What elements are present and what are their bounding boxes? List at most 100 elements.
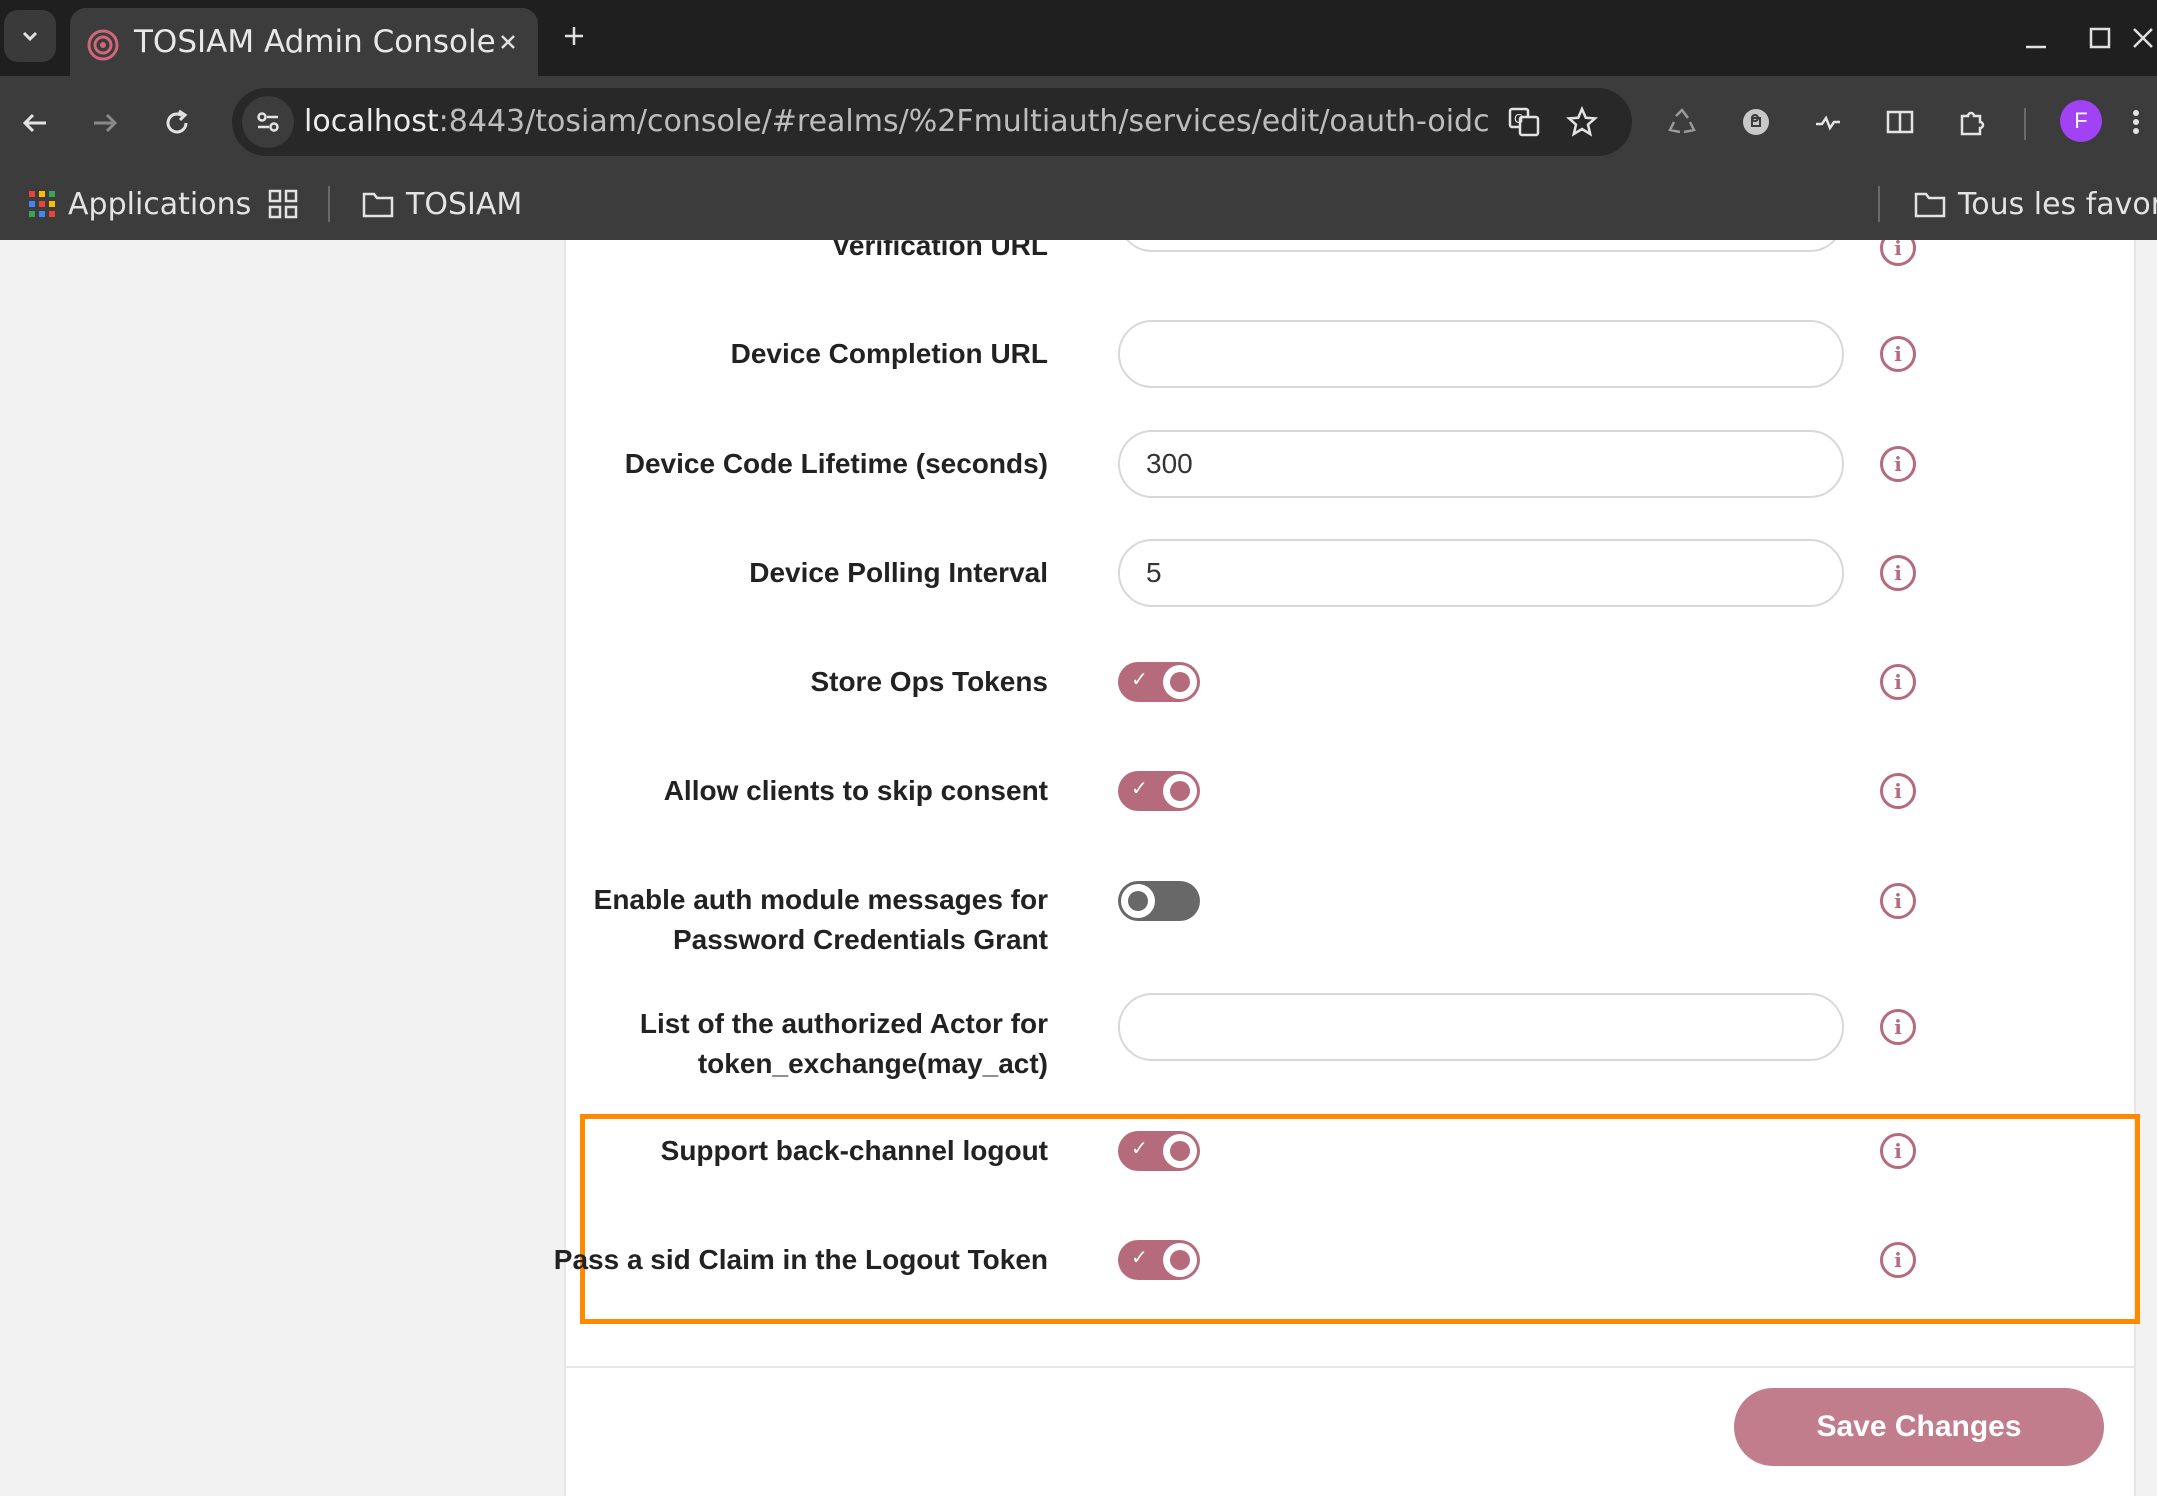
tab-search-button[interactable] (4, 10, 56, 62)
bookmark-folder-tosiam-label: TOSIAM (406, 186, 523, 222)
minimize-window-button[interactable] (2006, 14, 2066, 62)
save-changes-button[interactable]: Save Changes (1734, 1388, 2104, 1466)
toggle-knob (1163, 1134, 1197, 1168)
auth-module-messages-label-line2: Password Credentials Grant (672, 924, 1048, 955)
bookmark-star-button[interactable] (1558, 98, 1606, 146)
reload-button[interactable] (152, 98, 202, 148)
tab-title: TOSIAM Admin Console (134, 24, 496, 60)
skip-consent-label: Allow clients to skip consent (663, 775, 1048, 806)
arrow-right-icon (94, 113, 118, 133)
maximize-icon (2089, 27, 2111, 49)
forward-button[interactable] (80, 98, 130, 148)
device-polling-interval-input[interactable] (1118, 539, 1844, 607)
device-code-lifetime-label: Device Code Lifetime (seconds) (624, 448, 1048, 479)
verification-url-input[interactable] (1118, 240, 1844, 252)
svg-text:G: G (1514, 112, 1523, 126)
tosiam-favicon-icon (87, 29, 119, 61)
translate-button[interactable]: G (1500, 98, 1548, 146)
may-act-label-line1: List of the authorized Actor for (639, 1008, 1048, 1039)
bookmark-folder-tosiam[interactable]: TOSIAM (362, 182, 522, 226)
new-tab-button[interactable] (552, 14, 596, 58)
info-icon[interactable]: i (1880, 883, 1916, 919)
may-act-label-line2: token_exchange(may_act) (697, 1048, 1048, 1079)
device-completion-url-input[interactable] (1118, 320, 1844, 388)
close-window-button[interactable] (2130, 14, 2157, 62)
reading-mode-button[interactable] (1874, 96, 1926, 148)
reload-icon (166, 109, 188, 134)
bookmark-all-favorites[interactable]: Tous les favoris (1914, 182, 2157, 226)
book-icon (1886, 110, 1914, 134)
back-button[interactable] (10, 98, 60, 148)
toolbar-divider (2024, 108, 2026, 140)
info-icon[interactable]: i (1880, 446, 1916, 482)
bookmark-applications-label: Applications (68, 186, 252, 222)
address-bar[interactable]: localhost:8443/tosiam/console/#realms/%2… (232, 88, 1632, 156)
recycle-icon (1668, 108, 1696, 134)
back-channel-logout-label: Support back-channel logout (660, 1135, 1048, 1166)
page-content: Verification URL i Device Completion URL… (0, 240, 2157, 1496)
info-icon[interactable]: i (1880, 336, 1916, 372)
info-icon[interactable]: i (1880, 1009, 1916, 1045)
auth-module-messages-label-line1: Enable auth module messages for (593, 884, 1048, 915)
check-icon: ✓ (1131, 1136, 1148, 1160)
info-icon[interactable]: i (1880, 1133, 1916, 1169)
auth-module-messages-toggle[interactable] (1118, 881, 1200, 921)
tune-icon (257, 112, 279, 132)
browser-toolbar: localhost:8443/tosiam/console/#realms/%2… (0, 76, 2157, 168)
toggle-knob (1121, 884, 1155, 918)
browser-menu-button[interactable] (2130, 96, 2157, 148)
store-ops-tokens-label: Store Ops Tokens (810, 666, 1048, 697)
info-icon[interactable]: i (1880, 664, 1916, 700)
url-path: :8443/tosiam/console/#realms/%2Fmultiaut… (438, 104, 1490, 139)
store-ops-tokens-toggle[interactable]: ✓ (1118, 662, 1200, 702)
star-icon (1566, 106, 1598, 137)
bookmark-all-favorites-label: Tous les favoris (1958, 186, 2157, 222)
folder-icon (1914, 192, 1946, 218)
verification-url-label: Verification URL (831, 240, 1048, 261)
extension-command-button[interactable] (1730, 96, 1782, 148)
puzzle-icon (1960, 111, 1985, 136)
browser-tab-active[interactable]: TOSIAM Admin Console (70, 8, 538, 76)
profile-avatar[interactable]: F (2060, 100, 2102, 142)
arrow-left-icon (22, 113, 46, 133)
check-icon: ✓ (1131, 776, 1148, 800)
check-icon: ✓ (1131, 667, 1148, 691)
device-polling-interval-label: Device Polling Interval (749, 557, 1048, 588)
sid-claim-toggle[interactable]: ✓ (1118, 1240, 1200, 1280)
card-footer-divider (566, 1366, 2136, 1368)
chevron-down-icon (22, 31, 38, 42)
url-host: localhost (304, 104, 439, 139)
info-icon[interactable]: i (1880, 555, 1916, 591)
translate-icon: G (1508, 107, 1540, 137)
minimize-icon (2026, 45, 2046, 49)
bookmark-applications[interactable]: Applications (28, 182, 251, 226)
extensions-button[interactable] (1946, 96, 1998, 148)
apps-grid-icon (29, 191, 55, 217)
device-completion-url-label: Device Completion URL (730, 338, 1048, 369)
may-act-input[interactable] (1118, 993, 1844, 1061)
wave-icon (1816, 115, 1840, 131)
bookmarks-divider (328, 186, 330, 222)
site-info-button[interactable] (242, 96, 294, 148)
toggle-knob (1163, 1243, 1197, 1277)
back-channel-logout-toggle[interactable]: ✓ (1118, 1131, 1200, 1171)
extension-recycle-button[interactable] (1656, 96, 1708, 148)
toggle-knob (1163, 774, 1197, 808)
close-icon (501, 35, 515, 49)
browser-tab-strip: TOSIAM Admin Console (0, 0, 2157, 76)
bookmarks-bar: Applications TOSIAM Tous les favoris (0, 168, 2157, 240)
toggle-knob (1163, 665, 1197, 699)
info-icon[interactable]: i (1880, 1242, 1916, 1278)
plus-icon (565, 27, 583, 45)
tab-close-button[interactable] (488, 22, 528, 62)
skip-consent-toggle[interactable]: ✓ (1118, 771, 1200, 811)
maximize-window-button[interactable] (2070, 14, 2130, 62)
info-icon[interactable]: i (1880, 773, 1916, 809)
device-code-lifetime-input[interactable] (1118, 430, 1844, 498)
bookmark-grid-button[interactable] (268, 182, 298, 226)
extension-wave-button[interactable] (1802, 96, 1854, 148)
folder-icon (362, 192, 394, 218)
sid-claim-label: Pass a sid Claim in the Logout Token (553, 1244, 1048, 1275)
more-vert-icon (2133, 110, 2139, 134)
grid-icon (268, 189, 298, 219)
